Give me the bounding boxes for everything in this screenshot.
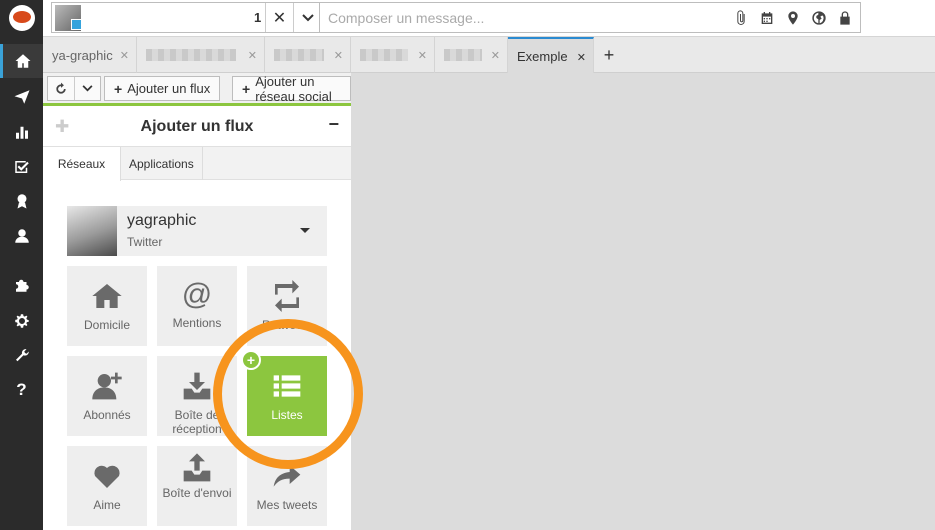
tab-ya-graphic[interactable]: ya-graphic ✕ (43, 37, 137, 73)
close-tab-icon[interactable]: ✕ (120, 49, 129, 62)
send-icon[interactable] (0, 80, 43, 114)
stream-tile-outbox[interactable]: Boîte d'envoi (157, 446, 237, 526)
plus-icon: + (114, 80, 123, 97)
account-selector[interactable]: yagraphic Twitter (67, 206, 327, 256)
tile-label: Listes (271, 408, 303, 422)
blurred-tab-label (360, 49, 408, 61)
close-tab-icon[interactable]: ✕ (334, 49, 343, 62)
tab-blurred-4[interactable]: ✕ (435, 37, 508, 73)
add-network-label: Ajouter un réseau social (255, 73, 332, 104)
stream-tile-likes[interactable]: Aime (67, 446, 147, 526)
subtab-networks[interactable]: Réseaux (43, 147, 121, 181)
selected-profile-count: 1 (254, 10, 262, 25)
globe-icon[interactable] (810, 9, 828, 27)
tile-label: Retweets (261, 318, 313, 332)
refresh-options-chevron-icon[interactable] (73, 77, 101, 100)
tile-label: Abonnés (83, 408, 131, 422)
blurred-tab-label (146, 49, 236, 61)
left-sidebar: ? (0, 0, 43, 530)
compose-message-input[interactable]: Composer un message... (319, 2, 861, 33)
analytics-icon[interactable] (0, 115, 43, 149)
tile-label: Boîte d'envoi (162, 486, 232, 500)
attachment-paperclip-icon[interactable] (732, 9, 750, 27)
add-stream-label: Ajouter un flux (127, 81, 211, 96)
close-tab-icon[interactable]: ✕ (491, 49, 500, 62)
twitter-badge-icon (71, 19, 82, 30)
tasks-icon[interactable] (0, 150, 43, 184)
add-tab-button[interactable]: + (596, 37, 622, 73)
wrench-icon[interactable] (0, 339, 43, 373)
at-icon: @ (181, 278, 213, 311)
account-avatar (67, 206, 117, 256)
panel-header: ✚ Ajouter un flux − (43, 106, 351, 147)
account-network: Twitter (127, 235, 163, 249)
help-icon[interactable]: ? (0, 373, 43, 407)
tab-label: Exemple (517, 48, 568, 64)
tile-label: Aime (93, 498, 121, 512)
tile-label: Boîte de réception (172, 408, 222, 436)
stream-toolbar: + Ajouter un flux + Ajouter un réseau soci… (43, 73, 351, 104)
stream-tile-retweets[interactable]: Retweets (247, 266, 327, 346)
apps-puzzle-icon[interactable] (0, 268, 43, 302)
share-arrow-icon (273, 465, 301, 487)
top-bar: 1 ✕ Composer un message... (43, 0, 935, 37)
tile-label: Mentions (172, 316, 222, 330)
tab-blurred-3[interactable]: ✕ (351, 37, 435, 73)
add-plus-icon: + (241, 350, 261, 370)
stream-tabs: ya-graphic ✕ ✕ ✕ ✕ ✕ Exemple ✕ + (43, 37, 935, 73)
blurred-tab-label (444, 49, 482, 61)
tab-blurred-1[interactable]: ✕ (137, 37, 265, 73)
panel-subtabs: Réseaux Applications (43, 147, 351, 181)
badge-icon[interactable] (0, 184, 43, 218)
stream-tile-mentions[interactable]: @ Mentions (157, 266, 237, 346)
blurred-tab-label (274, 49, 324, 61)
app-logo[interactable] (9, 5, 35, 31)
location-pin-icon[interactable] (784, 9, 802, 27)
profile-dropdown-chevron-icon[interactable] (293, 3, 321, 32)
close-tab-icon[interactable]: ✕ (577, 51, 586, 64)
plus-icon: + (242, 80, 251, 97)
tile-label: Mes tweets (256, 498, 318, 512)
add-stream-button[interactable]: + Ajouter un flux (104, 76, 221, 101)
settings-gear-icon[interactable] (0, 304, 43, 338)
profile-selector[interactable]: 1 ✕ (51, 2, 357, 33)
tab-exemple[interactable]: Exemple ✕ (508, 37, 594, 73)
subtab-applications[interactable]: Applications (121, 147, 203, 180)
stream-tile-my-tweets[interactable]: Mes tweets (247, 446, 327, 526)
refresh-group (47, 76, 101, 101)
minimize-panel-button[interactable]: − (328, 114, 339, 135)
tile-label: Domicile (83, 318, 130, 332)
refresh-icon[interactable] (48, 77, 74, 100)
lock-icon[interactable] (836, 9, 854, 27)
stream-tile-followers[interactable]: Abonnés (67, 356, 147, 436)
clear-selection-icon[interactable]: ✕ (265, 3, 293, 32)
account-dropdown-caret-icon[interactable] (300, 228, 310, 233)
retweet-icon (275, 280, 299, 312)
outbox-upload-icon (183, 453, 211, 482)
list-icon (273, 375, 301, 397)
stream-tile-inbox[interactable]: Boîte de réception (157, 356, 237, 436)
close-tab-icon[interactable]: ✕ (248, 49, 257, 62)
close-tab-icon[interactable]: ✕ (418, 49, 427, 62)
heart-icon (94, 465, 120, 488)
calendar-icon[interactable] (758, 9, 776, 27)
add-user-icon (92, 372, 122, 400)
inbox-download-icon (183, 372, 211, 400)
account-name: yagraphic (127, 212, 197, 229)
user-icon[interactable] (0, 219, 43, 253)
stream-tile-lists[interactable]: + Listes (241, 350, 327, 436)
panel-title: Ajouter un flux (140, 118, 254, 135)
compose-placeholder: Composer un message... (328, 10, 485, 26)
add-social-network-button[interactable]: + Ajouter un réseau social (232, 73, 351, 104)
home-icon (92, 284, 122, 308)
stream-tile-home[interactable]: Domicile (67, 266, 147, 346)
home-icon[interactable] (0, 44, 43, 78)
tab-label: ya-graphic (52, 47, 113, 63)
add-stream-panel: ✚ Ajouter un flux − Réseaux Applications… (43, 103, 351, 530)
tab-blurred-2[interactable]: ✕ (265, 37, 351, 73)
